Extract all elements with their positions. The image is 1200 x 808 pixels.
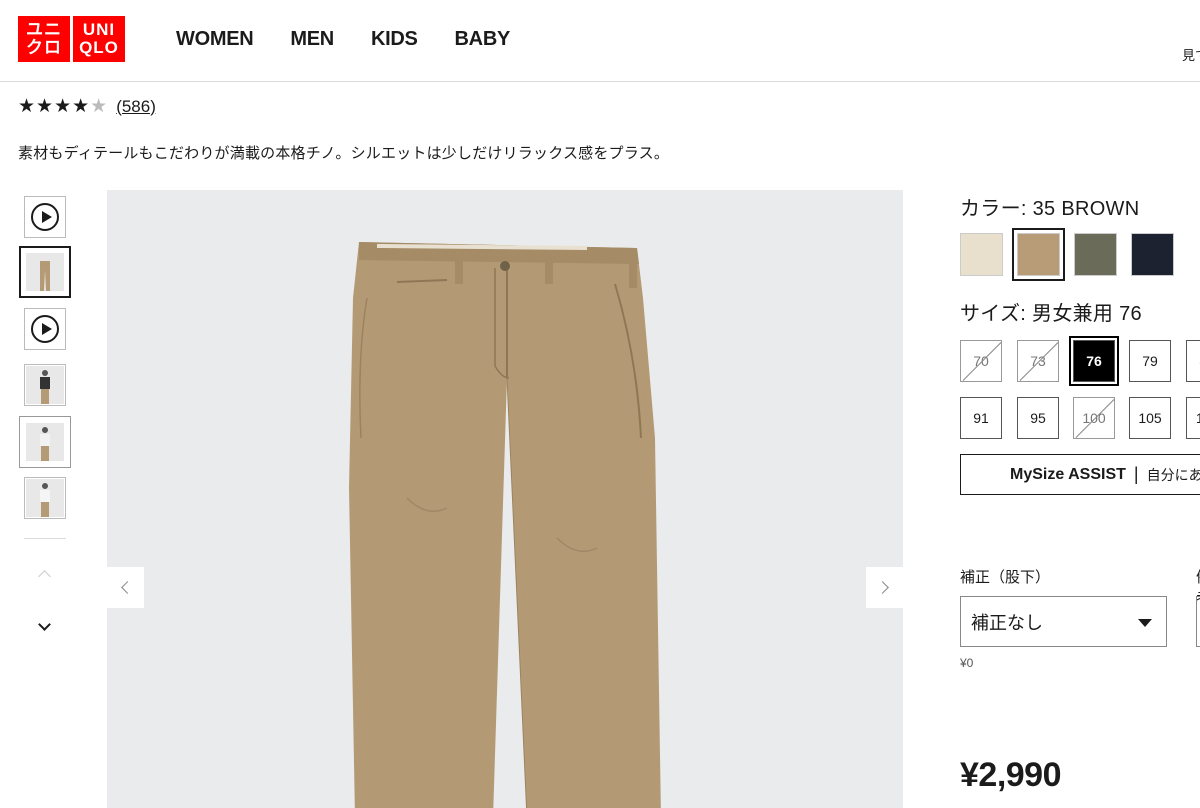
carousel-prev-button[interactable]	[107, 567, 144, 608]
half-star-icon: ★	[90, 96, 109, 117]
swatch-natural[interactable]	[960, 233, 1003, 276]
thumb-image	[26, 253, 64, 291]
product-price: ¥2,990	[960, 756, 1062, 794]
product-description: 素材もディテールもこだわりが満載の本格チノ。シルエットは少しだけリラックス感をプ…	[18, 145, 670, 162]
review-count-link[interactable]: (586)	[116, 97, 156, 117]
logo-katakana-block: ユニ クロ	[18, 16, 70, 62]
chino-pants-image	[349, 242, 661, 808]
size-95-button[interactable]: 95	[1017, 397, 1059, 439]
size-70-button[interactable]: 70	[960, 340, 1002, 382]
thumb-pants-flat[interactable]	[19, 246, 71, 298]
hem-adjust-select[interactable]: 補正なし	[960, 596, 1167, 647]
size-105-button[interactable]: 105	[1129, 397, 1171, 439]
model-icon	[39, 370, 51, 404]
logo-text-bottom: クロ	[26, 38, 62, 57]
color-swatches	[960, 228, 1174, 281]
chevron-left-icon	[121, 581, 134, 594]
mysize-title: MySize ASSIST	[1010, 465, 1126, 483]
caret-down-icon	[1138, 619, 1152, 627]
nav-women[interactable]: WOMEN	[176, 28, 254, 51]
thumb-video-2[interactable]	[24, 308, 66, 350]
hem-select-value: 補正なし	[971, 612, 1043, 633]
rating-row: ★★★★★ (586)	[18, 95, 156, 118]
size-76-button[interactable]: 76	[1069, 336, 1119, 386]
rating-stars: ★★★★★	[18, 95, 108, 118]
thumb-image	[26, 479, 64, 517]
thumb-model-2[interactable]	[19, 416, 71, 468]
header-util-link[interactable]: 見て	[1182, 45, 1200, 64]
size-73-button[interactable]: 73	[1017, 340, 1059, 382]
color-label: カラー: 35 BROWN	[960, 198, 1140, 220]
mysize-separator: |	[1133, 464, 1139, 484]
pants-icon	[40, 261, 50, 291]
thumb-model-1[interactable]	[24, 364, 66, 406]
swatch-brown[interactable]	[1012, 228, 1065, 281]
size-label: サイズ: 男女兼用 76	[960, 303, 1142, 325]
swatch-olive[interactable]	[1074, 233, 1117, 276]
carousel-next-button[interactable]	[866, 567, 903, 608]
hem-label: 補正（股下）	[960, 569, 1051, 586]
size-91-button[interactable]: 91	[960, 397, 1002, 439]
size-79-button[interactable]: 79	[1129, 340, 1171, 382]
size-110-button[interactable]: 110	[1186, 397, 1200, 439]
main-nav: WOMEN MEN KIDS BABY	[176, 28, 510, 51]
site-header: ユニ クロ UNI QLO WOMEN MEN KIDS BABY 見て	[0, 0, 1200, 82]
mysize-assist-button[interactable]: MySize ASSIST | 自分にあうサイズを	[960, 454, 1200, 495]
full-stars-icon: ★★★★	[18, 96, 91, 117]
play-icon	[31, 203, 59, 231]
logo-latin-block: UNI QLO	[73, 16, 125, 62]
logo-text-top-en: UNI	[82, 20, 116, 39]
nav-men[interactable]: MEN	[290, 28, 334, 51]
nav-baby[interactable]: BABY	[455, 28, 511, 51]
product-main-image	[107, 190, 903, 808]
nav-kids[interactable]: KIDS	[371, 28, 418, 51]
thumb-image	[26, 423, 64, 461]
mysize-subtitle: 自分にあうサイズを	[1146, 466, 1200, 483]
notes-select[interactable]	[1196, 596, 1200, 647]
chevron-down-icon[interactable]	[38, 618, 51, 631]
uniqlo-logo[interactable]: ユニ クロ UNI QLO	[18, 16, 125, 62]
thumb-image	[26, 366, 64, 404]
model-icon	[39, 427, 51, 461]
play-icon	[31, 315, 59, 343]
logo-text-bottom-en: QLO	[79, 38, 119, 57]
thumb-model-3[interactable]	[24, 477, 66, 519]
chevron-right-icon	[876, 581, 889, 594]
thumb-video-1[interactable]	[24, 196, 66, 238]
hem-adjust-price: ¥0	[960, 656, 974, 670]
model-icon	[39, 483, 51, 517]
chevron-up-icon[interactable]	[38, 570, 51, 583]
size-82-button[interactable]: 82	[1186, 340, 1200, 382]
logo-text-top: ユニ	[26, 20, 62, 39]
swatch-navy[interactable]	[1131, 233, 1174, 276]
thumb-divider	[24, 538, 66, 539]
size-100-button[interactable]: 100	[1073, 397, 1115, 439]
